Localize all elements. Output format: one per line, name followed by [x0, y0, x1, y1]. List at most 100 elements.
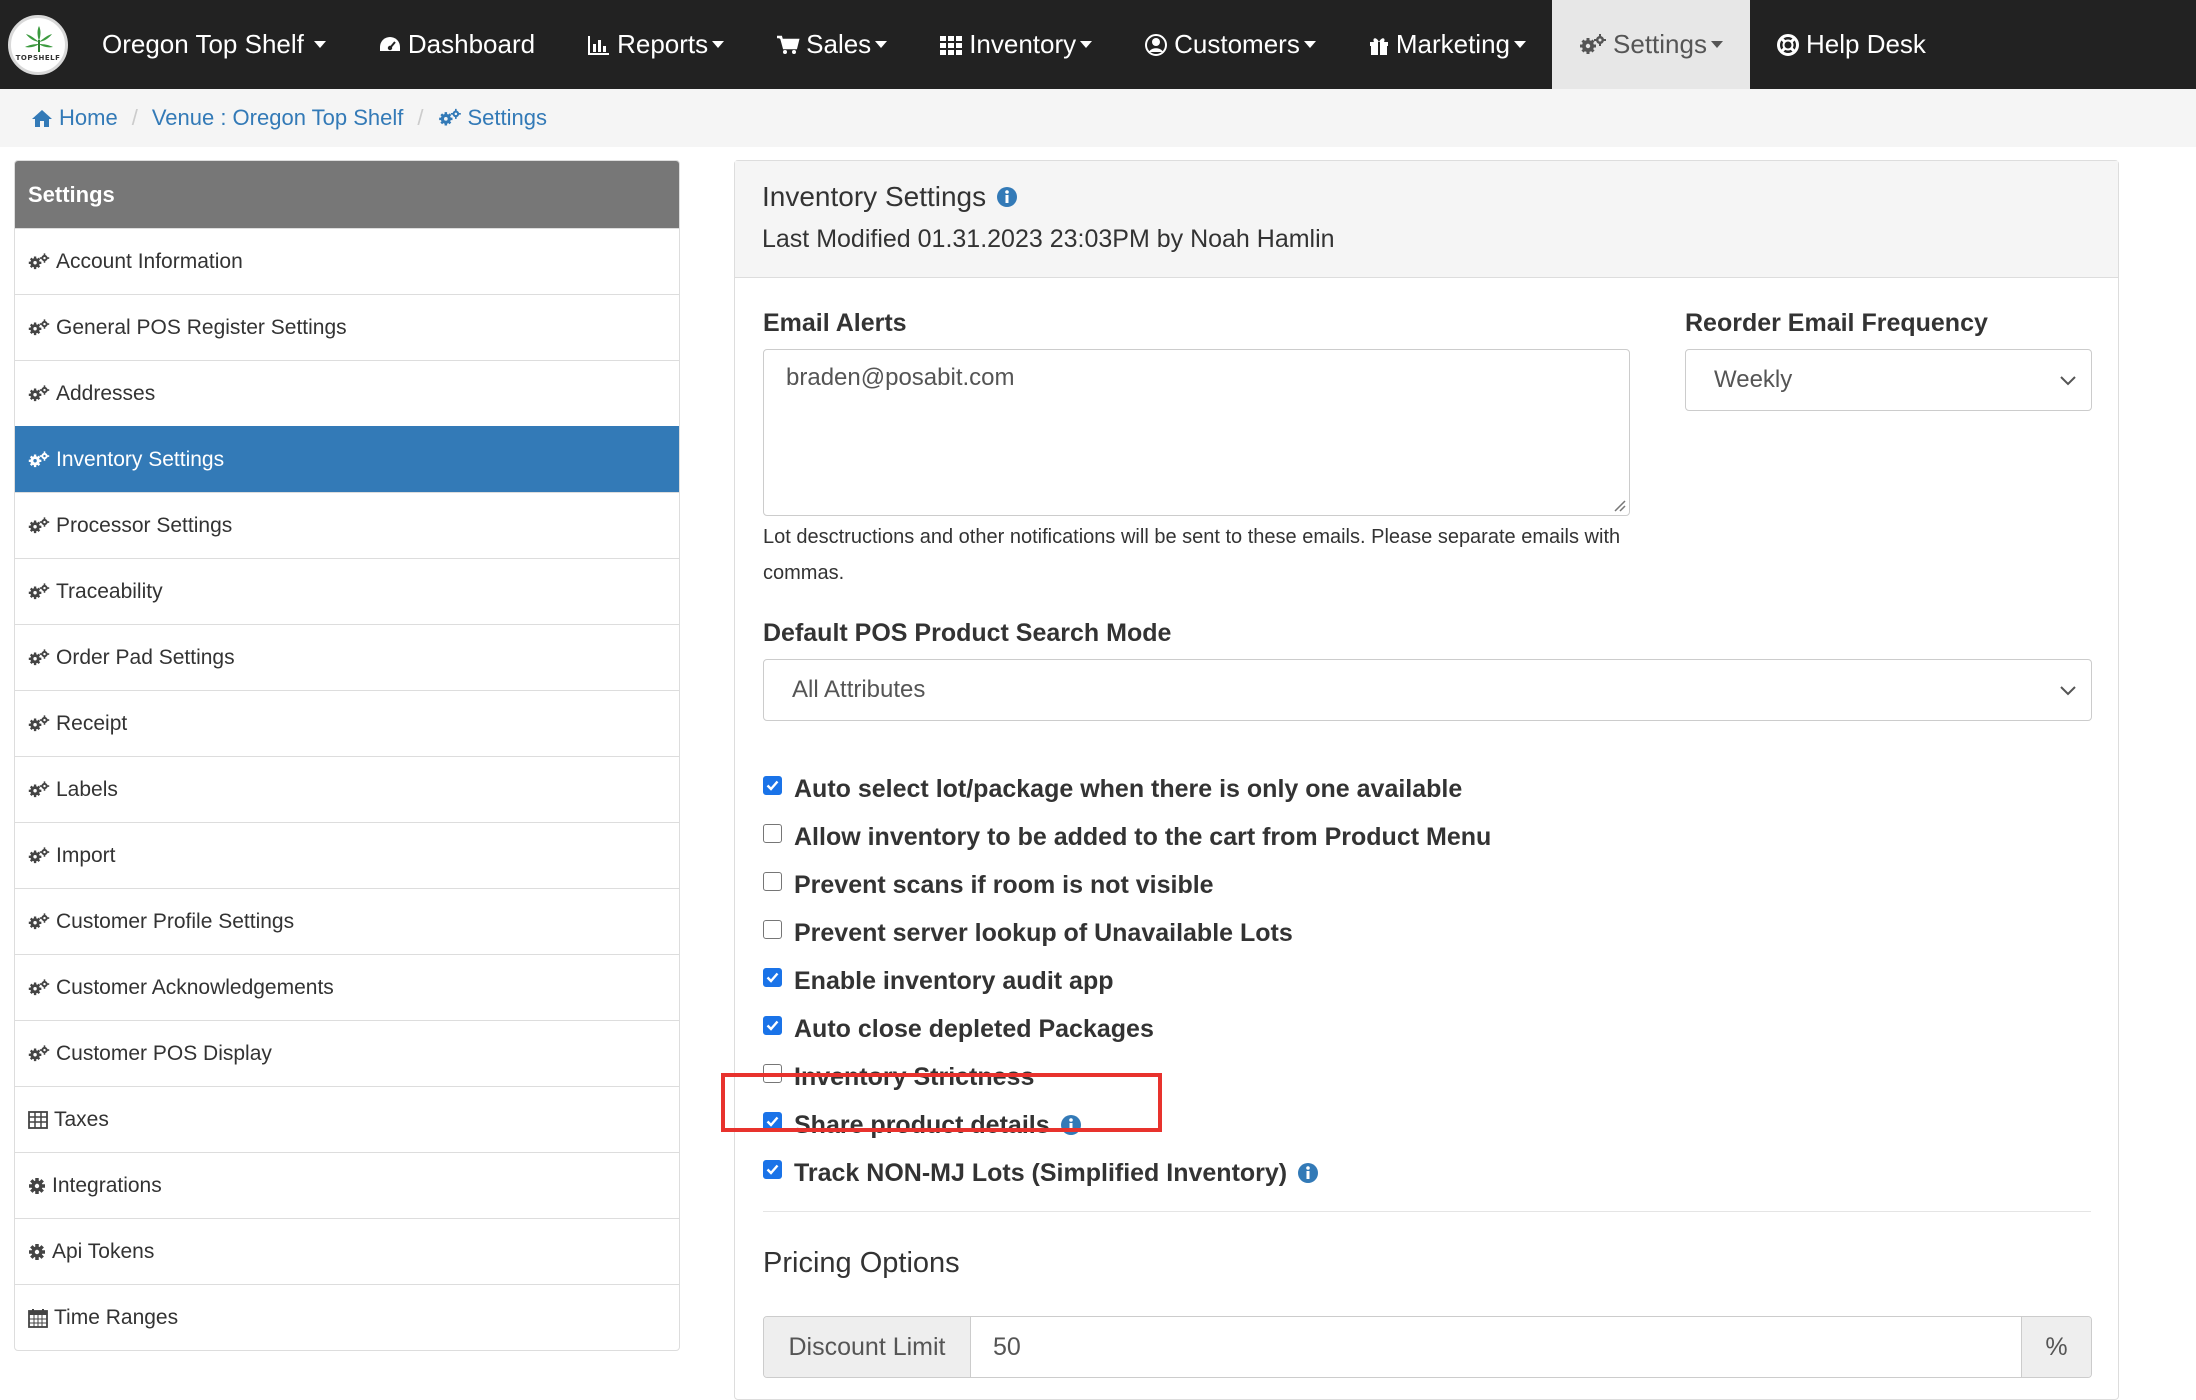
sidebar-item-label: Import	[56, 843, 116, 867]
chevron-down-icon	[1710, 41, 1723, 48]
brand-logo[interactable]: TOPSHELF	[8, 14, 68, 75]
checkbox-row-auto-select-lot-package-when-there-is-only-one-available[interactable]: Auto select lot/package when there is on…	[763, 769, 1462, 809]
sidebar-item-label: Integrations	[52, 1173, 162, 1197]
email-help-text: Lot desctructions and other notification…	[763, 526, 1621, 584]
breadcrumb-home[interactable]: Home	[31, 105, 118, 131]
checkbox-auto-select-lot-package-when-there-is-only-one-available[interactable]	[763, 775, 782, 795]
nav-inventory[interactable]: Inventory	[913, 0, 1118, 89]
checkbox-enable-inventory-audit-app[interactable]	[763, 967, 782, 987]
dashboard-icon	[378, 34, 402, 56]
sidebar-item-label: Inventory Settings	[56, 447, 225, 471]
page-title: Inventory Settings	[762, 181, 987, 212]
nav-reports[interactable]: Reports	[561, 0, 750, 89]
gears-icon	[28, 1044, 50, 1064]
sidebar-item-inventory-settings[interactable]: Inventory Settings	[15, 426, 679, 492]
sidebar-item-api-tokens[interactable]: Api Tokens	[15, 1218, 679, 1284]
checkbox-row-track-non-mj-lots-simplified-inventory[interactable]: Track NON-MJ Lots (Simplified Inventory)	[763, 1153, 1319, 1193]
gear-icon	[28, 1243, 46, 1261]
sidebar-item-customer-acknowledgements[interactable]: Customer Acknowledgements	[15, 954, 679, 1020]
sidebar-item-labels[interactable]: Labels	[15, 756, 679, 822]
checkbox-row-enable-inventory-audit-app[interactable]: Enable inventory audit app	[763, 961, 1114, 1001]
sidebar-item-addresses[interactable]: Addresses	[15, 360, 679, 426]
checkbox-row-auto-close-depleted-packages[interactable]: Auto close depleted Packages	[763, 1009, 1154, 1049]
checkbox-track-non-mj-lots-simplified-inventory[interactable]	[763, 1159, 782, 1179]
nav-reports-label: Reports	[617, 29, 709, 59]
gift-icon	[1368, 34, 1390, 56]
sidebar-heading: Settings	[15, 161, 679, 228]
sidebar-item-taxes[interactable]: Taxes	[15, 1086, 679, 1152]
pricing-options-title: Pricing Options	[763, 1247, 960, 1279]
chevron-down-icon	[2059, 373, 2077, 387]
sidebar-item-order-pad-settings[interactable]: Order Pad Settings	[15, 624, 679, 690]
sidebar-item-label: Customer Profile Settings	[56, 909, 295, 933]
breadcrumb-settings[interactable]: Settings	[438, 105, 547, 131]
checkbox-prevent-scans-if-room-is-not-visible[interactable]	[763, 871, 782, 891]
sidebar-item-integrations[interactable]: Integrations	[15, 1152, 679, 1218]
gears-icon	[28, 450, 50, 470]
nav-customers[interactable]: Customers	[1118, 0, 1342, 89]
search-mode-select[interactable]: All Attributes	[763, 659, 2092, 721]
discount-unit: %	[2021, 1317, 2091, 1377]
nav-sales[interactable]: Sales	[750, 0, 913, 89]
highlight-box	[721, 1073, 1162, 1132]
checkbox-prevent-server-lookup-of-unavailable-lots[interactable]	[763, 919, 782, 939]
info-icon[interactable]	[996, 186, 1018, 208]
gears-icon	[28, 714, 50, 734]
discount-limit-input[interactable]: 50	[971, 1317, 2021, 1377]
sidebar-item-account-information[interactable]: Account Information	[15, 228, 679, 294]
sidebar-item-label: Processor Settings	[56, 513, 233, 537]
checkbox-label: Prevent scans if room is not visible	[794, 870, 1214, 899]
resize-handle-icon[interactable]	[1612, 498, 1626, 512]
checkbox-allow-inventory-to-be-added-to-the-cart-from-product-menu[interactable]	[763, 823, 782, 843]
checkbox-row-prevent-server-lookup-of-unavailable-lots[interactable]: Prevent server lookup of Unavailable Lot…	[763, 913, 1293, 953]
sidebar-item-traceability[interactable]: Traceability	[15, 558, 679, 624]
gears-icon	[28, 318, 50, 338]
breadcrumb-home-label: Home	[59, 105, 118, 130]
nav-marketing[interactable]: Marketing	[1342, 0, 1552, 89]
breadcrumb-venue[interactable]: Venue : Oregon Top Shelf	[152, 105, 404, 131]
checkbox-auto-close-depleted-packages[interactable]	[763, 1015, 782, 1035]
nav-help-desk[interactable]: Help Desk	[1750, 0, 1952, 89]
sidebar-item-customer-pos-display[interactable]: Customer POS Display	[15, 1020, 679, 1086]
info-icon[interactable]	[1297, 1162, 1319, 1184]
section-divider	[763, 1211, 2091, 1212]
checkbox-label: Enable inventory audit app	[794, 966, 1114, 995]
nav-dashboard[interactable]: Dashboard	[352, 0, 561, 89]
email-alerts-textarea[interactable]: braden@posabit.com	[763, 349, 1630, 516]
checkbox-row-prevent-scans-if-room-is-not-visible[interactable]: Prevent scans if room is not visible	[763, 865, 1214, 905]
sidebar-item-import[interactable]: Import	[15, 822, 679, 888]
reorder-frequency-select[interactable]: Weekly	[1685, 349, 2092, 411]
gears-icon	[438, 108, 462, 128]
sidebar-item-processor-settings[interactable]: Processor Settings	[15, 492, 679, 558]
gears-icon	[28, 648, 50, 668]
chevron-down-icon	[313, 41, 326, 48]
gears-icon	[28, 516, 50, 536]
breadcrumb-separator: /	[131, 105, 138, 130]
checkbox-row-allow-inventory-to-be-added-to-the-cart-from-product-menu[interactable]: Allow inventory to be added to the cart …	[763, 817, 1491, 857]
breadcrumb: Home / Venue : Oregon Top Shelf / Settin…	[0, 89, 2196, 147]
gears-icon	[28, 978, 50, 998]
gears-icon	[28, 846, 50, 866]
sidebar-item-label: Customer POS Display	[56, 1041, 272, 1065]
search-mode-value: All Attributes	[792, 676, 926, 703]
top-navbar: TOPSHELF Oregon Top Shelf Dashboard Repo…	[0, 0, 2196, 89]
last-modified: Last Modified 01.31.2023 23:03PM by Noah…	[762, 225, 1335, 253]
nav-help-desk-label: Help Desk	[1806, 29, 1926, 59]
sidebar-item-label: Traceability	[56, 579, 163, 603]
sidebar-item-customer-profile-settings[interactable]: Customer Profile Settings	[15, 888, 679, 954]
discount-limit-label: Discount Limit	[764, 1317, 971, 1377]
checkbox-label: Prevent server lookup of Unavailable Lot…	[794, 918, 1293, 947]
sidebar-item-label: Taxes	[54, 1107, 109, 1131]
brand[interactable]: TOPSHELF Oregon Top Shelf	[0, 0, 352, 89]
sidebar-item-general-pos-register-settings[interactable]: General POS Register Settings	[15, 294, 679, 360]
nav-sales-label: Sales	[806, 29, 872, 59]
grid-icon	[939, 34, 963, 56]
email-alerts-label: Email Alerts	[763, 309, 907, 337]
nav-customers-label: Customers	[1174, 29, 1300, 59]
sidebar-item-receipt[interactable]: Receipt	[15, 690, 679, 756]
sidebar-item-time-ranges[interactable]: Time Ranges	[15, 1284, 679, 1350]
checkbox-label: Track NON-MJ Lots (Simplified Inventory)	[794, 1158, 1288, 1187]
panel-title-row: Inventory Settings	[762, 161, 2118, 213]
gears-icon	[28, 912, 50, 932]
nav-settings[interactable]: Settings	[1552, 0, 1750, 89]
